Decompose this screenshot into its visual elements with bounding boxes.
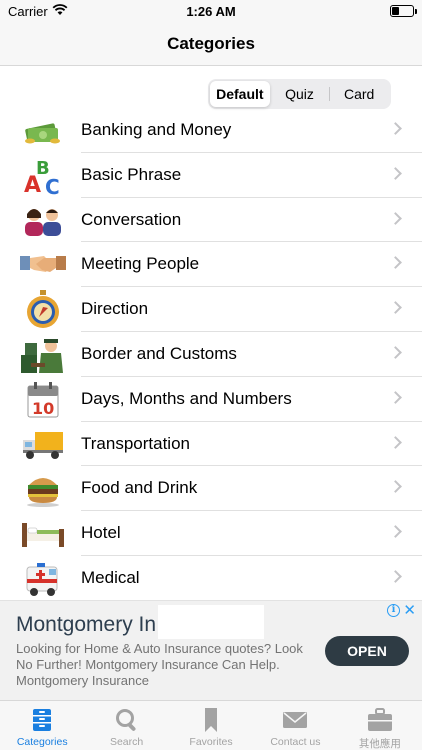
burger-icon [20, 470, 66, 508]
chevron-right-icon [389, 570, 402, 583]
segment-quiz[interactable]: Quiz [270, 81, 330, 107]
chevron-right-icon [389, 122, 402, 135]
category-label: Hotel [81, 523, 121, 543]
search-icon [114, 707, 140, 733]
category-label: Conversation [81, 209, 182, 229]
category-row-meeting-people[interactable]: Meeting People [0, 242, 422, 288]
category-label: Transportation [81, 433, 190, 453]
category-row-conversation[interactable]: Conversation [0, 198, 422, 243]
chevron-right-icon [389, 390, 402, 404]
category-row-food-drink[interactable]: Food and Drink [0, 466, 422, 512]
compass-icon [20, 290, 66, 329]
chevron-right-icon [389, 211, 402, 225]
category-label: Medical [81, 567, 140, 587]
tab-bar: Categories Search Favorites Contact us 其… [0, 700, 422, 750]
tab-label: 其他應用 [358, 738, 401, 750]
category-label: Direction [81, 299, 149, 319]
ad-banner[interactable]: Montgomery In Looking for Home & Auto In… [0, 600, 422, 700]
tab-label: Contact us [270, 736, 321, 748]
tab-label: Categories [16, 736, 68, 748]
ad-overlay-box [158, 605, 264, 639]
svg-text:C: C [45, 175, 60, 196]
category-label: Border and Customs [81, 343, 237, 363]
chevron-right-icon [389, 166, 402, 180]
ad-close-icon[interactable]: ✕ [403, 601, 416, 619]
categories-drawer-icon [29, 707, 55, 733]
mode-segmented-control: Default Quiz Card [208, 79, 391, 109]
category-label: Food and Drink [81, 478, 198, 498]
abc-letters-icon: ABC [20, 157, 66, 196]
people-talking-icon [20, 202, 66, 240]
chevron-right-icon [389, 256, 402, 270]
customs-officer-icon [20, 336, 66, 374]
money-icon [20, 112, 66, 150]
category-row-basic-phrase[interactable]: ABC Basic Phrase [0, 153, 422, 198]
tab-favorites[interactable]: Favorites [169, 701, 253, 750]
category-row-hotel[interactable]: Hotel [0, 511, 422, 556]
chevron-right-icon [389, 480, 402, 494]
status-time: 1:26 AM [186, 4, 236, 19]
segment-default[interactable]: Default [210, 81, 270, 107]
tab-label: Favorites [189, 736, 233, 748]
chevron-right-icon [389, 525, 402, 539]
ad-description: Looking for Home & Auto Insurance quotes… [16, 641, 303, 688]
segment-card[interactable]: Card [329, 81, 389, 107]
bed-icon [20, 515, 66, 553]
tab-contact-us[interactable]: Contact us [253, 701, 337, 750]
ad-open-button[interactable]: OPEN [325, 636, 409, 666]
category-label: Days, Months and Numbers [81, 388, 292, 408]
status-bar: Carrier 1:26 AM [0, 0, 422, 22]
bookmark-icon [198, 707, 224, 733]
page-title: Categories [167, 34, 255, 53]
category-list: Banking and Money ABC Basic Phrase Conve… [0, 108, 422, 600]
category-row-days-months-numbers[interactable]: 10 Days, Months and Numbers [0, 377, 422, 422]
chevron-right-icon [389, 301, 402, 315]
ambulance-icon [20, 560, 66, 598]
category-row-banking[interactable]: Banking and Money [0, 108, 422, 153]
ad-title: Montgomery In [16, 613, 157, 636]
navigation-bar: Categories [0, 22, 422, 66]
chevron-right-icon [389, 435, 402, 449]
tab-other-apps[interactable]: 其他應用 [338, 701, 422, 750]
chevron-right-icon [389, 346, 402, 359]
handshake-icon [20, 246, 66, 284]
category-row-direction[interactable]: Direction [0, 287, 422, 332]
category-row-transportation[interactable]: Transportation [0, 422, 422, 467]
tab-label: Search [109, 736, 144, 748]
category-label: Banking and Money [81, 120, 232, 139]
category-label: Basic Phrase [81, 164, 182, 184]
svg-text:10: 10 [32, 399, 54, 418]
category-label: Meeting People [81, 254, 200, 274]
envelope-icon [282, 707, 308, 733]
truck-icon [20, 426, 66, 464]
calendar-icon: 10 [20, 381, 66, 419]
category-row-border-customs[interactable]: Border and Customs [0, 332, 422, 377]
tab-search[interactable]: Search [84, 701, 168, 750]
battery-icon [390, 5, 417, 17]
category-row-medical[interactable]: Medical [0, 556, 422, 600]
tab-categories[interactable]: Categories [0, 701, 84, 750]
ad-info-icon[interactable]: i [387, 604, 400, 617]
briefcase-icon [367, 707, 393, 733]
battery-level [392, 7, 399, 15]
